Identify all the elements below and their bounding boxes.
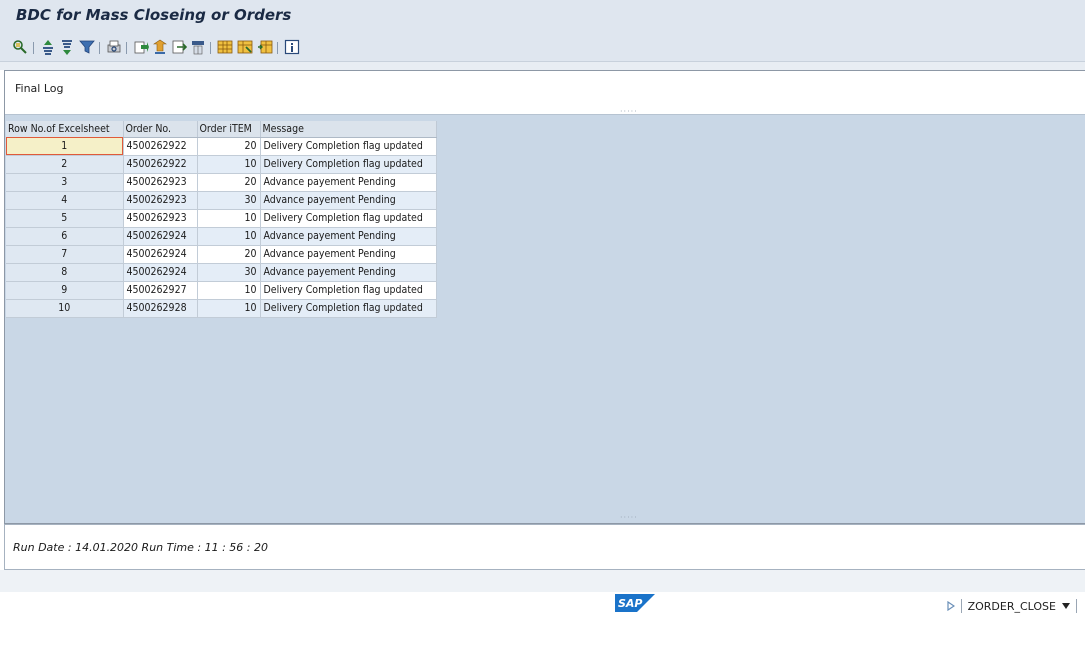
table-row[interactable]: 8 4500262924 30 Advance payement Pending <box>6 263 437 282</box>
column-header-order-item[interactable]: Order iTEM <box>197 121 261 138</box>
send-icon[interactable] <box>171 39 187 55</box>
filter-icon[interactable] <box>79 39 95 55</box>
toolbar-separator <box>99 42 100 54</box>
cell-order-no[interactable]: 4500262922 <box>123 155 198 174</box>
cell-row-no[interactable]: 7 <box>6 245 124 264</box>
export-icon[interactable] <box>133 39 149 55</box>
alv-grid: Row No.of Excelsheet Order No. Order iTE… <box>5 119 1085 523</box>
sap-screen: BDC for Mass Closeing or Orders Final Lo… <box>0 0 1085 667</box>
splitter-handle[interactable]: ····· <box>620 513 638 522</box>
cell-row-no[interactable]: 4 <box>6 191 124 210</box>
main-container: Final Log ····· Row No.of Excelsheet Ord… <box>4 70 1085 524</box>
alv-toolbar <box>0 32 1085 62</box>
cell-order-item[interactable]: 10 <box>197 281 261 300</box>
cell-order-no[interactable]: 4500262923 <box>123 173 198 192</box>
heading-label: Final Log <box>15 82 64 95</box>
table-row[interactable]: 2 4500262922 10 Delivery Completion flag up… <box>6 155 437 174</box>
chevron-down-icon[interactable] <box>1062 603 1070 609</box>
title-bar: BDC for Mass Closeing or Orders <box>0 0 1085 32</box>
cell-order-item[interactable]: 10 <box>197 299 261 318</box>
system-info: ZORDER_CLOSE <box>946 599 1077 613</box>
cell-row-no[interactable]: 3 <box>6 173 124 192</box>
cell-row-no[interactable]: 6 <box>6 227 124 246</box>
sort-ascending-icon[interactable] <box>40 39 56 55</box>
cell-order-item[interactable]: 30 <box>197 191 261 210</box>
detail-icon[interactable] <box>12 39 28 55</box>
cell-order-item[interactable]: 30 <box>197 263 261 282</box>
cell-order-item[interactable]: 20 <box>197 137 261 156</box>
cell-row-no[interactable]: 9 <box>6 281 124 300</box>
cell-order-item[interactable]: 20 <box>197 245 261 264</box>
cell-order-item[interactable]: 20 <box>197 173 261 192</box>
table-row[interactable]: 10 4500262928 10 Delivery Completion flag u… <box>6 299 437 318</box>
info-icon[interactable] <box>284 39 300 55</box>
layout-grid-icon[interactable] <box>217 39 233 55</box>
table-row[interactable]: 5 4500262923 10 Delivery Completion flag up… <box>6 209 437 228</box>
cell-row-no[interactable]: 1 <box>6 137 124 156</box>
cell-row-no[interactable]: 10 <box>6 299 124 318</box>
toolbar-separator <box>277 42 278 54</box>
toolbar-separator <box>210 42 211 54</box>
cell-order-no[interactable]: 4500262928 <box>123 299 198 318</box>
cell-order-no[interactable]: 4500262923 <box>123 191 198 210</box>
cell-order-item[interactable]: 10 <box>197 155 261 174</box>
cell-message[interactable]: Delivery Completion flag updated <box>260 155 437 174</box>
print-preview-icon[interactable] <box>106 39 122 55</box>
cell-order-no[interactable]: 4500262923 <box>123 209 198 228</box>
cell-row-no[interactable]: 5 <box>6 209 124 228</box>
cell-order-no[interactable]: 4500262924 <box>123 263 198 282</box>
cell-message[interactable]: Delivery Completion flag updated <box>260 299 437 318</box>
table-row[interactable]: 1 4500262922 20 Delivery Completion flag up… <box>6 137 437 156</box>
sap-logo: SAP <box>615 594 655 612</box>
column-header-order-no[interactable]: Order No. <box>123 121 198 138</box>
cell-order-no[interactable]: 4500262924 <box>123 227 198 246</box>
status-separator <box>1076 599 1077 613</box>
transaction-code[interactable]: ZORDER_CLOSE <box>968 600 1056 613</box>
cell-message[interactable]: Advance payement Pending <box>260 227 437 246</box>
cell-order-no[interactable]: 4500262927 <box>123 281 198 300</box>
cell-message[interactable]: Advance payement Pending <box>260 263 437 282</box>
cell-row-no[interactable]: 8 <box>6 263 124 282</box>
cell-order-no[interactable]: 4500262924 <box>123 245 198 264</box>
window-title: BDC for Mass Closeing or Orders <box>16 6 292 24</box>
table-row[interactable]: 4 4500262923 30 Advance payement Pending <box>6 191 437 210</box>
run-info-text: Run Date : 14.01.2020 Run Time : 11 : 56… <box>13 541 268 554</box>
cell-message[interactable]: Delivery Completion flag updated <box>260 281 437 300</box>
sort-descending-icon[interactable] <box>59 39 75 55</box>
cell-order-item[interactable]: 10 <box>197 227 261 246</box>
status-separator <box>960 599 962 613</box>
play-icon[interactable] <box>946 601 955 611</box>
cell-order-item[interactable]: 10 <box>197 209 261 228</box>
status-spacer <box>0 570 1085 592</box>
toolbar-separator <box>33 42 34 54</box>
sap-logo-text: SAP <box>618 597 643 610</box>
toolbar-separator <box>126 42 127 54</box>
splitter-handle[interactable]: ····· <box>620 107 638 116</box>
results-table: Row No.of Excelsheet Order No. Order iTE… <box>6 121 437 318</box>
cell-message[interactable]: Advance payement Pending <box>260 191 437 210</box>
column-header-row-no[interactable]: Row No.of Excelsheet <box>6 121 124 138</box>
cell-message[interactable]: Delivery Completion flag updated <box>260 137 437 156</box>
select-layout-icon[interactable] <box>257 39 273 55</box>
change-layout-icon[interactable] <box>237 39 253 55</box>
cell-message[interactable]: Advance payement Pending <box>260 173 437 192</box>
table-row[interactable]: 6 4500262924 10 Advance payement Pending <box>6 227 437 246</box>
toolbar-stripe <box>0 62 1085 70</box>
column-header-message[interactable]: Message <box>260 121 437 138</box>
table-row[interactable]: 7 4500262924 20 Advance payement Pending <box>6 245 437 264</box>
cell-order-no[interactable]: 4500262922 <box>123 137 198 156</box>
cell-row-no[interactable]: 2 <box>6 155 124 174</box>
table-header-row: Row No.of Excelsheet Order No. Order iTE… <box>6 121 437 138</box>
footer-panel: Run Date : 14.01.2020 Run Time : 11 : 56… <box>4 524 1085 570</box>
status-bar: SAP ZORDER_CLOSE <box>0 592 1085 622</box>
heading-panel: Final Log ····· <box>5 71 1085 116</box>
abc-analysis-icon[interactable] <box>190 39 206 55</box>
download-icon[interactable] <box>152 39 168 55</box>
table-row[interactable]: 3 4500262923 20 Advance payement Pending <box>6 173 437 192</box>
cell-message[interactable]: Advance payement Pending <box>260 245 437 264</box>
table-row[interactable]: 9 4500262927 10 Delivery Completion flag up… <box>6 281 437 300</box>
cell-message[interactable]: Delivery Completion flag updated <box>260 209 437 228</box>
